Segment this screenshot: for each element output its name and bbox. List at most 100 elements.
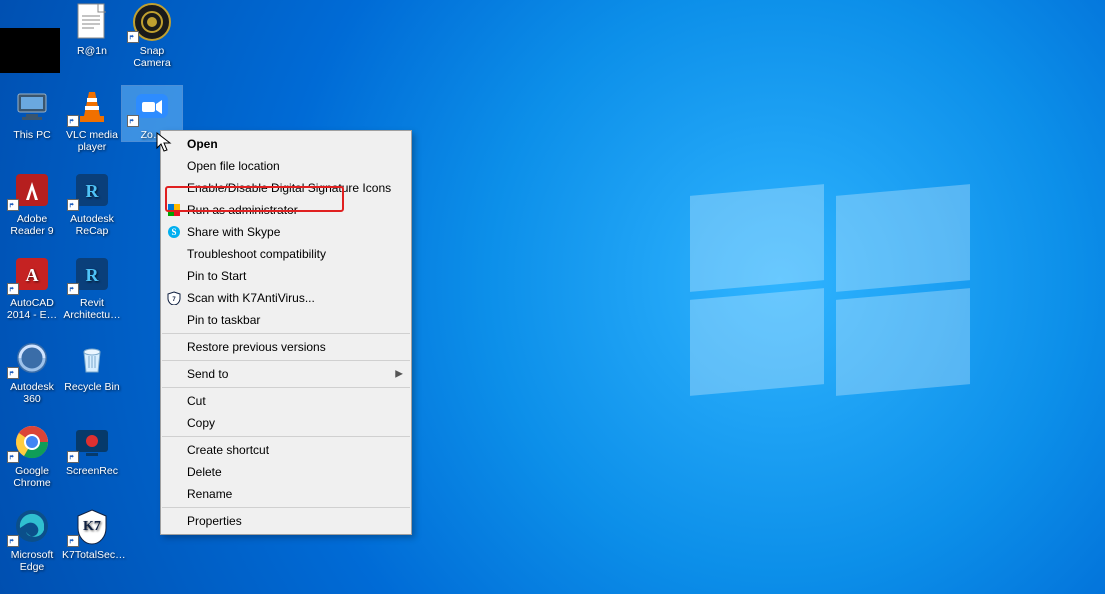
autodesk360-icon-label: Autodesk 360 (2, 381, 62, 405)
context-menu-separator (162, 507, 410, 508)
svg-text:S: S (171, 227, 176, 237)
shortcut-overlay-icon (7, 451, 19, 463)
context-menu-item-label: Share with Skype (187, 225, 280, 239)
shortcut-overlay-icon (67, 451, 79, 463)
text-file-icon-image (72, 2, 112, 42)
autocad-icon-image: A (12, 254, 52, 294)
adobe-reader-icon[interactable]: Adobe Reader 9 (2, 170, 62, 237)
context-menu-separator (162, 436, 410, 437)
adobe-reader-icon-label: Adobe Reader 9 (2, 213, 62, 237)
autodesk-recap-icon-label: Autodesk ReCap (62, 213, 122, 237)
text-file-icon[interactable]: R@1n (62, 2, 122, 57)
context-menu-item-copy[interactable]: Copy (161, 412, 411, 434)
shortcut-overlay-icon (127, 115, 139, 127)
snap-camera-icon-label: Snap Camera (122, 45, 182, 69)
context-menu-item-delete[interactable]: Delete (161, 461, 411, 483)
autodesk-recap-icon[interactable]: R Autodesk ReCap (62, 170, 122, 237)
skype-icon: S (167, 225, 181, 239)
this-pc-icon-image (12, 86, 52, 126)
k7total-icon-image: K7 (72, 506, 112, 546)
context-menu-item-cut[interactable]: Cut (161, 390, 411, 412)
svg-text:A: A (26, 265, 39, 285)
revit-icon-image: R (72, 254, 112, 294)
shortcut-overlay-icon (67, 535, 79, 547)
screenrec-icon-image (72, 422, 112, 462)
context-menu-item-label: Rename (187, 487, 232, 501)
context-menu-item-label: Copy (187, 416, 215, 430)
snap-camera-icon-image (132, 2, 172, 42)
context-menu: Open Open file location Enable/Disable Dig… (160, 130, 412, 535)
chrome-icon[interactable]: Google Chrome (2, 422, 62, 489)
context-menu-item-share-with-skype[interactable]: S Share with Skype (161, 221, 411, 243)
context-menu-item-rename[interactable]: Rename (161, 483, 411, 505)
shortcut-overlay-icon (7, 283, 19, 295)
context-menu-item-scan-with-k7antivirus[interactable]: 7 Scan with K7AntiVirus... (161, 287, 411, 309)
context-menu-item-troubleshoot-compatibility[interactable]: Troubleshoot compatibility (161, 243, 411, 265)
svg-text:K7: K7 (83, 519, 101, 534)
context-menu-separator (162, 360, 410, 361)
context-menu-item-label: Open (187, 137, 218, 151)
revit-icon[interactable]: R Revit Architectu… (62, 254, 122, 321)
context-menu-item-label: Pin to taskbar (187, 313, 260, 327)
this-pc-icon-label: This PC (2, 129, 62, 141)
revit-icon-label: Revit Architectu… (62, 297, 122, 321)
k7total-icon[interactable]: K7 K7TotalSec… (62, 506, 122, 561)
context-menu-item-run-as-administrator[interactable]: Run as administrator (161, 199, 411, 221)
context-menu-item-label: Send to (187, 367, 228, 381)
vlc-icon-label: VLC media player (62, 129, 122, 153)
text-file-icon-label: R@1n (62, 45, 122, 57)
context-menu-item-label: Open file location (187, 159, 280, 173)
screenrec-icon-label: ScreenRec (62, 465, 122, 477)
autodesk360-icon[interactable]: Autodesk 360 (2, 338, 62, 405)
svg-text:R: R (86, 181, 100, 201)
context-menu-item-open-file-location[interactable]: Open file location (161, 155, 411, 177)
autodesk-recap-icon-image: R (72, 170, 112, 210)
edge-icon-label: Microsoft Edge (2, 549, 62, 573)
k7-icon: 7 (167, 291, 181, 305)
zoom-icon-image (132, 86, 172, 126)
recycle-bin-icon-label: Recycle Bin (62, 381, 122, 393)
context-menu-item-properties[interactable]: Properties (161, 510, 411, 532)
context-menu-item-restore-previous-versions[interactable]: Restore previous versions (161, 336, 411, 358)
snap-camera-icon[interactable]: Snap Camera (122, 2, 182, 69)
context-menu-item-open[interactable]: Open (161, 133, 411, 155)
edge-icon-image (12, 506, 52, 546)
shortcut-overlay-icon (7, 535, 19, 547)
context-menu-item-label: Scan with K7AntiVirus... (187, 291, 315, 305)
autocad-icon-label: AutoCAD 2014 - E… (2, 297, 62, 321)
context-menu-item-label: Properties (187, 514, 242, 528)
context-menu-item-label: Delete (187, 465, 222, 479)
recycle-bin-icon-image (72, 338, 112, 378)
context-menu-item-label: Enable/Disable Digital Signature Icons (187, 181, 391, 195)
context-menu-item-pin-to-taskbar[interactable]: Pin to taskbar (161, 309, 411, 331)
context-menu-item-send-to[interactable]: Send to ▶ (161, 363, 411, 385)
this-pc-icon[interactable]: This PC (2, 86, 62, 141)
context-menu-item-label: Troubleshoot compatibility (187, 247, 326, 261)
context-menu-item-enable-disable-digital-signature-icons[interactable]: Enable/Disable Digital Signature Icons (161, 177, 411, 199)
svg-text:R: R (86, 265, 100, 285)
chevron-right-icon: ▶ (395, 369, 403, 380)
context-menu-item-label: Cut (187, 394, 206, 408)
k7total-icon-label: K7TotalSec… (62, 549, 122, 561)
context-menu-item-label: Restore previous versions (187, 340, 326, 354)
shortcut-overlay-icon (67, 199, 79, 211)
context-menu-item-label: Pin to Start (187, 269, 246, 283)
screenrec-icon[interactable]: ScreenRec (62, 422, 122, 477)
chrome-icon-image (12, 422, 52, 462)
shortcut-overlay-icon (67, 115, 79, 127)
edge-icon[interactable]: Microsoft Edge (2, 506, 62, 573)
shortcut-overlay-icon (7, 367, 19, 379)
recycle-bin-icon[interactable]: Recycle Bin (62, 338, 122, 393)
autocad-icon[interactable]: A AutoCAD 2014 - E… (2, 254, 62, 321)
context-menu-separator (162, 333, 410, 334)
context-menu-item-create-shortcut[interactable]: Create shortcut (161, 439, 411, 461)
vlc-icon[interactable]: VLC media player (62, 86, 122, 153)
context-menu-item-pin-to-start[interactable]: Pin to Start (161, 265, 411, 287)
shortcut-overlay-icon (127, 31, 139, 43)
autodesk360-icon-image (12, 338, 52, 378)
shortcut-overlay-icon (67, 283, 79, 295)
vlc-icon-image (72, 86, 112, 126)
context-menu-item-label: Run as administrator (187, 203, 298, 217)
chrome-icon-label: Google Chrome (2, 465, 62, 489)
context-menu-separator (162, 387, 410, 388)
